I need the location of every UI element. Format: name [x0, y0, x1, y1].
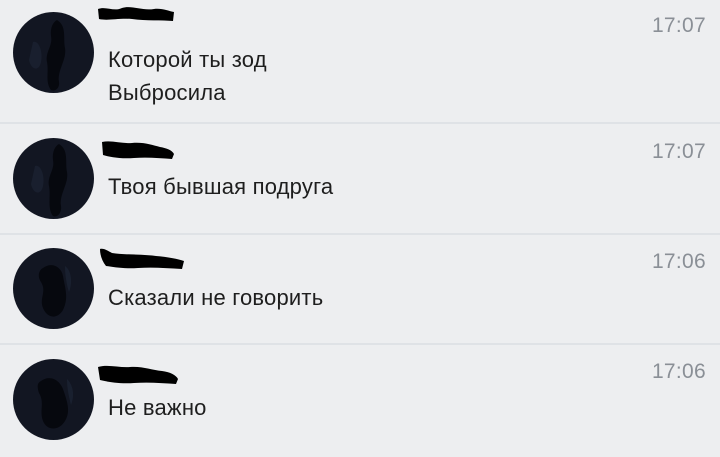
- user-avatar-icon[interactable]: [13, 359, 94, 440]
- dialog-item[interactable]: 17:06 Не важно: [0, 345, 720, 457]
- dialog-item[interactable]: 17:07 Твоя бывшая подруга: [0, 124, 720, 235]
- redacted-name: [98, 7, 174, 21]
- user-avatar-icon[interactable]: [13, 138, 94, 219]
- redacted-name: [100, 248, 184, 269]
- dialog-item[interactable]: 17:06 Сказали не говорить: [0, 235, 720, 345]
- redacted-name: [102, 141, 174, 159]
- message-time: 17:07: [651, 140, 706, 163]
- user-avatar-icon[interactable]: [13, 12, 94, 93]
- message-time: 17:06: [651, 250, 706, 273]
- message-preview-line-1: Сказали не говорить: [108, 285, 324, 310]
- message-preview-line-2: Выбросила: [108, 80, 226, 105]
- dialog-list: 17:07 Которой ты зод Выбросила 17:07 Тво…: [0, 0, 720, 457]
- redacted-name: [98, 365, 178, 384]
- message-preview-line-1: Которой ты зод: [108, 47, 267, 72]
- dialog-item[interactable]: 17:07 Которой ты зод Выбросила: [0, 0, 720, 124]
- message-time: 17:06: [651, 360, 706, 383]
- user-avatar-icon[interactable]: [13, 248, 94, 329]
- message-preview-line-1: Не важно: [108, 395, 207, 420]
- message-preview-line-1: Твоя бывшая подруга: [108, 174, 334, 199]
- message-time: 17:07: [651, 14, 706, 37]
